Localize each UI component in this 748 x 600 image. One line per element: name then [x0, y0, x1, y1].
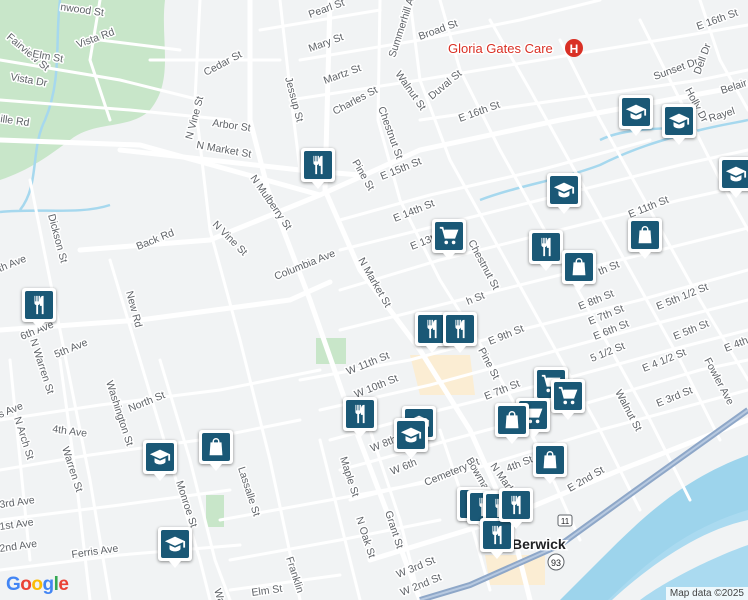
- marker-pin[interactable]: [628, 218, 662, 259]
- school-icon: [722, 160, 748, 188]
- marker-pin[interactable]: [719, 157, 748, 198]
- marker-pin[interactable]: [394, 418, 428, 459]
- map-marker[interactable]: [499, 488, 533, 529]
- marker-pin[interactable]: [301, 148, 335, 189]
- logo-letter: o: [31, 574, 43, 595]
- map-marker[interactable]: [301, 148, 335, 189]
- shopping-bag-icon: [536, 446, 564, 474]
- marker-pin[interactable]: [143, 440, 177, 481]
- google-logo: Google: [6, 574, 69, 596]
- map-marker[interactable]: [432, 219, 466, 260]
- shopping-bag-icon: [565, 253, 593, 281]
- map-marker[interactable]: [158, 527, 192, 568]
- route-shield-small-label: 11: [561, 517, 570, 526]
- logo-letter: o: [20, 574, 32, 595]
- marker-pin[interactable]: [533, 443, 567, 484]
- map-marker[interactable]: [533, 443, 567, 484]
- shopping-cart-icon: [435, 222, 463, 250]
- map-canvas[interactable]: nwood St Pearl St Fairview St Vista Rd E…: [0, 0, 748, 600]
- map-marker[interactable]: [719, 157, 748, 198]
- marker-pin[interactable]: [547, 173, 581, 214]
- marker-pin[interactable]: [432, 219, 466, 260]
- restaurant-icon: [532, 233, 560, 261]
- marker-pin[interactable]: [499, 488, 533, 529]
- shopping-bag-icon: [202, 433, 230, 461]
- marker-pin[interactable]: [619, 95, 653, 136]
- shopping-bag-icon: [631, 221, 659, 249]
- logo-letter: g: [42, 574, 55, 595]
- downtown-area-2: [485, 555, 545, 585]
- restaurant-icon: [502, 491, 530, 519]
- map-marker[interactable]: [551, 379, 585, 420]
- poi-label[interactable]: Gloria Gates Care: [447, 40, 555, 58]
- school-icon: [622, 98, 650, 126]
- map-marker[interactable]: [199, 430, 233, 471]
- marker-pin[interactable]: [551, 379, 585, 420]
- marker-pin[interactable]: [158, 527, 192, 568]
- marker-pin[interactable]: [443, 312, 477, 353]
- marker-pin[interactable]: [495, 403, 529, 444]
- restaurant-icon: [25, 291, 53, 319]
- map-marker[interactable]: [22, 288, 56, 329]
- logo-letter: G: [6, 574, 21, 595]
- restaurant-icon: [346, 400, 374, 428]
- map-marker[interactable]: [547, 173, 581, 214]
- route-shield-small: 11: [557, 514, 573, 527]
- map-marker[interactable]: [562, 250, 596, 291]
- map-marker[interactable]: [480, 518, 514, 559]
- marker-pin[interactable]: [480, 518, 514, 559]
- park-small-2: [206, 495, 224, 527]
- map-marker[interactable]: [619, 95, 653, 136]
- hospital-icon[interactable]: H: [565, 39, 583, 57]
- route-shield-label: 93: [551, 558, 561, 568]
- school-icon: [550, 176, 578, 204]
- school-icon: [665, 107, 693, 135]
- map-marker[interactable]: [495, 403, 529, 444]
- restaurant-icon: [483, 521, 511, 549]
- marker-pin[interactable]: [529, 230, 563, 271]
- svg-text:H: H: [570, 42, 579, 56]
- map-marker[interactable]: [143, 440, 177, 481]
- map-marker[interactable]: [628, 218, 662, 259]
- map-marker[interactable]: [394, 418, 428, 459]
- marker-pin[interactable]: [662, 104, 696, 145]
- map-marker[interactable]: [443, 312, 477, 353]
- school-icon: [161, 530, 189, 558]
- map-attribution[interactable]: Map data ©2025: [665, 587, 748, 600]
- map-marker[interactable]: [662, 104, 696, 145]
- marker-pin[interactable]: [199, 430, 233, 471]
- restaurant-icon: [304, 151, 332, 179]
- map-marker[interactable]: [529, 230, 563, 271]
- marker-pin[interactable]: [562, 250, 596, 291]
- school-icon: [146, 443, 174, 471]
- school-icon: [397, 421, 425, 449]
- map-marker[interactable]: [343, 397, 377, 438]
- marker-pin[interactable]: [22, 288, 56, 329]
- logo-letter: e: [58, 574, 69, 595]
- marker-pin[interactable]: [343, 397, 377, 438]
- restaurant-icon: [446, 315, 474, 343]
- city-label: Berwick: [512, 536, 566, 552]
- route-shield: 93: [547, 553, 565, 571]
- shopping-bag-icon: [498, 406, 526, 434]
- shopping-cart-icon: [554, 382, 582, 410]
- restaurant-icon: [418, 315, 446, 343]
